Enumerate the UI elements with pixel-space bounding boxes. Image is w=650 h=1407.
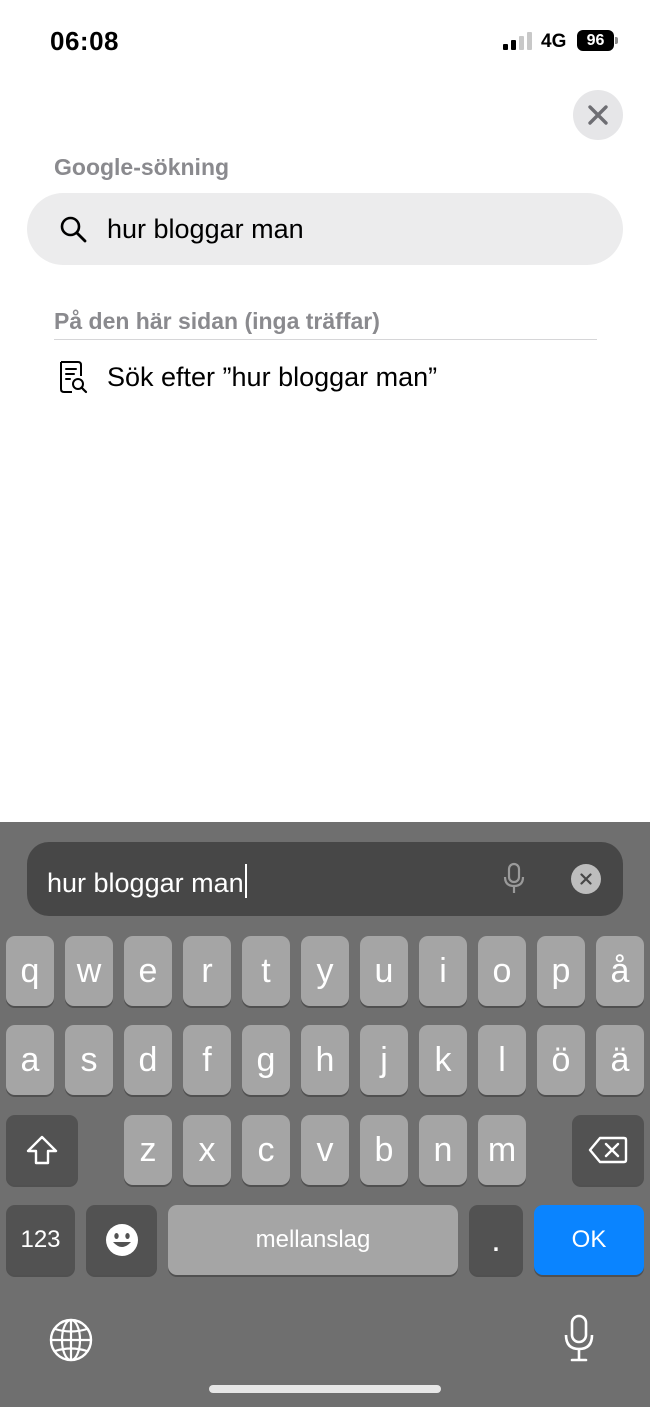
on-page-header: På den här sidan (inga träffar) (54, 308, 380, 334)
cellular-signal-icon (503, 32, 532, 50)
globe-icon[interactable] (48, 1317, 94, 1363)
key-l[interactable]: l (478, 1025, 526, 1095)
battery-cap (615, 37, 618, 44)
key-o[interactable]: o (478, 936, 526, 1006)
status-time: 06:08 (50, 26, 119, 56)
key-r[interactable]: r (183, 936, 231, 1006)
search-input-value: hur bloggar man (47, 868, 244, 898)
keyboard: hur bloggar man q w e r t y u i o p å a … (0, 822, 650, 1407)
key-j[interactable]: j (360, 1025, 408, 1095)
google-search-header: Google-sökning (54, 154, 230, 180)
find-on-page-row[interactable]: Sök efter ”hur bloggar man” (54, 356, 614, 400)
key-d[interactable]: d (124, 1025, 172, 1095)
key-m[interactable]: m (478, 1115, 526, 1185)
emoji-key[interactable] (86, 1205, 157, 1275)
key-p[interactable]: p (537, 936, 585, 1006)
home-indicator (209, 1385, 441, 1393)
section-divider (54, 339, 597, 340)
key-t[interactable]: t (242, 936, 290, 1006)
google-suggestion-label: hur bloggar man (107, 214, 304, 244)
key-q[interactable]: q (6, 936, 54, 1006)
key-k[interactable]: k (419, 1025, 467, 1095)
key-i[interactable]: i (419, 936, 467, 1006)
space-key[interactable]: mellanslag (168, 1205, 458, 1275)
period-key[interactable]: . (469, 1205, 523, 1275)
clear-icon (580, 873, 592, 885)
key-f[interactable]: f (183, 1025, 231, 1095)
key-b[interactable]: b (360, 1115, 408, 1185)
microphone-icon[interactable] (501, 862, 527, 896)
key-auml[interactable]: ä (596, 1025, 644, 1095)
key-z[interactable]: z (124, 1115, 172, 1185)
key-v[interactable]: v (301, 1115, 349, 1185)
key-x[interactable]: x (183, 1115, 231, 1185)
key-g[interactable]: g (242, 1025, 290, 1095)
close-button[interactable] (573, 90, 623, 140)
google-suggestion[interactable]: hur bloggar man (27, 193, 623, 265)
key-w[interactable]: w (65, 936, 113, 1006)
key-y[interactable]: y (301, 936, 349, 1006)
ok-key[interactable]: OK (534, 1205, 644, 1275)
key-s[interactable]: s (65, 1025, 113, 1095)
status-bar: 06:08 4G 96 (0, 0, 650, 80)
backspace-icon (588, 1136, 628, 1164)
shift-key[interactable] (6, 1115, 78, 1185)
close-icon (588, 105, 608, 125)
find-in-page-icon (60, 361, 88, 394)
find-on-page-label: Sök efter ”hur bloggar man” (107, 362, 438, 392)
text-caret (244, 864, 247, 898)
clear-button[interactable] (571, 864, 601, 894)
battery-level: 96 (577, 30, 614, 51)
keyboard-search-field[interactable]: hur bloggar man (27, 842, 623, 916)
dictation-microphone-icon[interactable] (563, 1314, 595, 1364)
key-e[interactable]: e (124, 936, 172, 1006)
search-input[interactable]: hur bloggar man (47, 864, 247, 899)
key-c[interactable]: c (242, 1115, 290, 1185)
shift-icon (26, 1135, 58, 1165)
search-icon (60, 216, 87, 243)
key-a[interactable]: a (6, 1025, 54, 1095)
backspace-key[interactable] (572, 1115, 644, 1185)
key-n[interactable]: n (419, 1115, 467, 1185)
emoji-icon (105, 1224, 138, 1256)
key-u[interactable]: u (360, 936, 408, 1006)
numbers-key[interactable]: 123 (6, 1205, 75, 1275)
battery-icon: 96 (577, 30, 618, 52)
network-type: 4G (541, 31, 567, 52)
key-h[interactable]: h (301, 1025, 349, 1095)
key-aring[interactable]: å (596, 936, 644, 1006)
key-ouml[interactable]: ö (537, 1025, 585, 1095)
